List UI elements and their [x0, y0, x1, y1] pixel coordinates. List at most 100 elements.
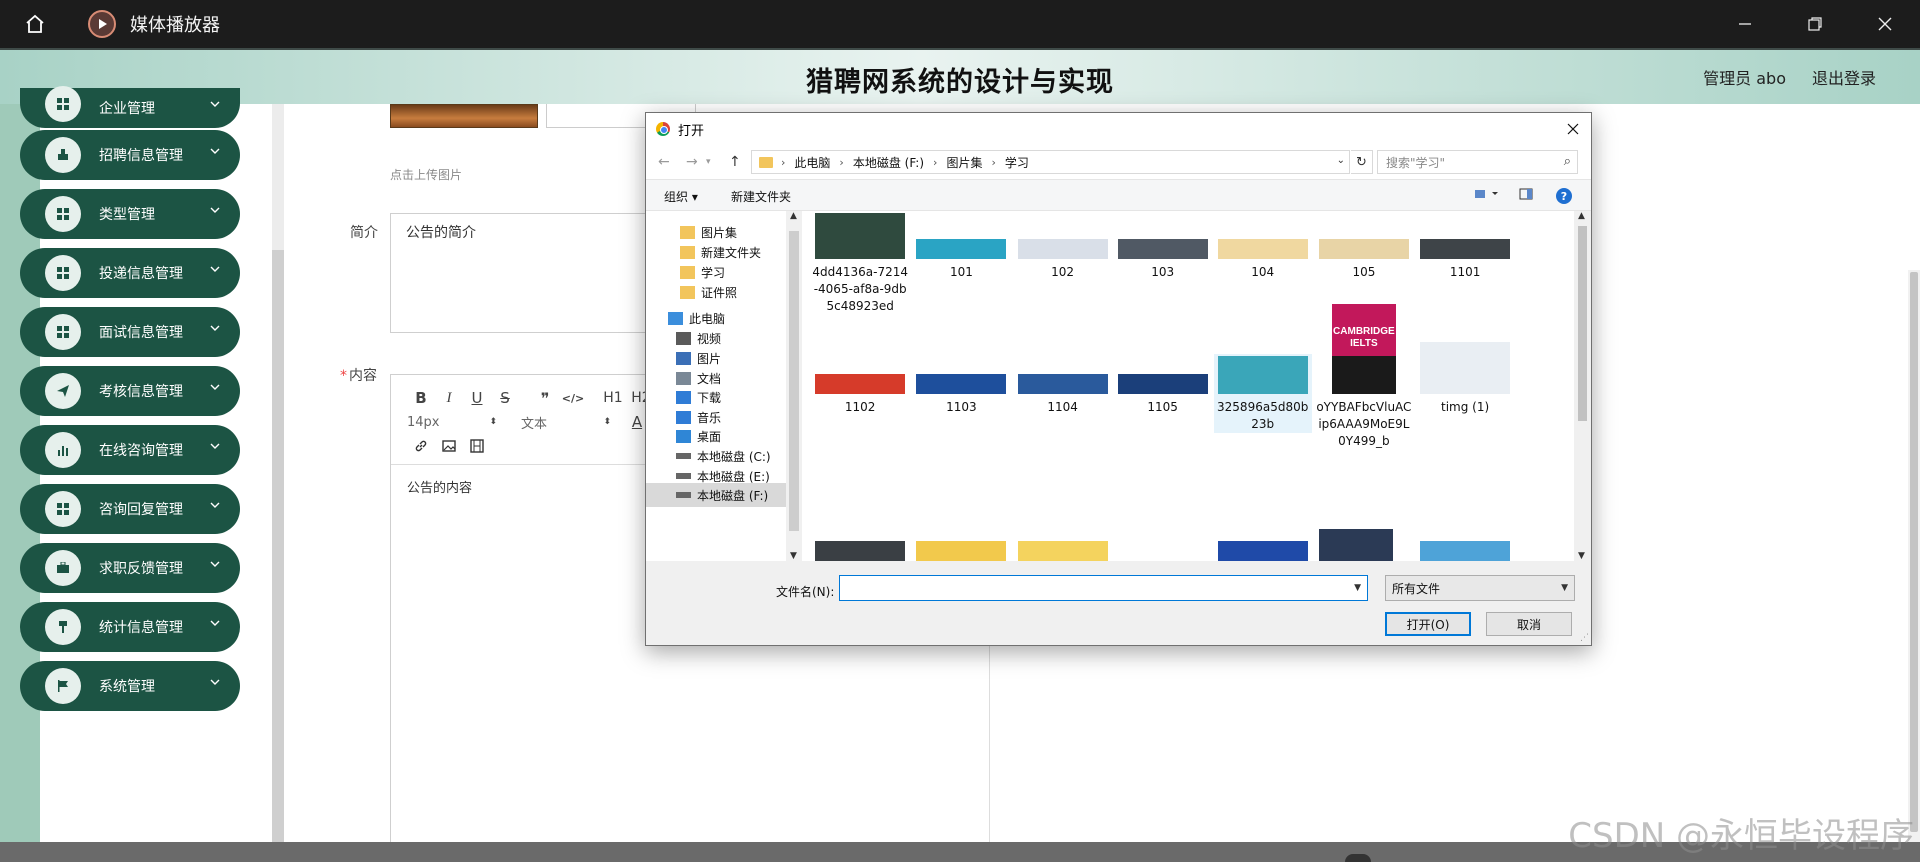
sidebar-item[interactable]: 求职反馈管理 [20, 543, 240, 593]
file-thumbnail[interactable] [815, 541, 906, 561]
recent-dropdown[interactable]: ▾ [706, 157, 711, 167]
chevron-up-icon[interactable]: ▲ [790, 211, 797, 221]
breadcrumb-item[interactable]: 此电脑 [794, 154, 830, 171]
code-button[interactable]: </> [559, 387, 587, 409]
file-thumbnail[interactable] [1217, 541, 1308, 561]
cancel-button[interactable]: 取消 [1486, 612, 1572, 636]
forward-button[interactable]: → [686, 154, 698, 170]
file-thumbnail[interactable] [1420, 541, 1511, 561]
nav-pane-scrollbar[interactable]: ▲ ▼ [786, 211, 802, 561]
quote-button[interactable]: ❞ [531, 387, 559, 409]
sidebar-scrollbar-thumb[interactable] [272, 250, 284, 842]
bold-button[interactable]: B [407, 387, 435, 409]
download-icon [676, 390, 691, 404]
file-thumbnail[interactable] [1017, 541, 1108, 561]
h1-button[interactable]: H1 [599, 387, 627, 409]
breadcrumb-item[interactable]: 图片集 [946, 154, 982, 171]
file-name: 1102 [844, 400, 876, 414]
nav-pane-scrollbar-thumb[interactable] [789, 231, 799, 531]
chevron-down-icon: ▼ [1561, 583, 1568, 593]
file-item[interactable]: 105 [1315, 237, 1413, 281]
nav-item-label: 学习 [701, 265, 726, 280]
logout-link[interactable]: 退出登录 [1812, 65, 1876, 89]
up-button[interactable]: ↑ [729, 154, 741, 170]
file-list-scrollbar-thumb[interactable] [1578, 226, 1587, 421]
file-name: 1105 [1147, 400, 1178, 414]
upload-hint: 点击上传图片 [390, 168, 463, 182]
sidebar-item[interactable]: 在线咨询管理 [20, 425, 240, 475]
sidebar-item-label: 系统管理 [99, 679, 155, 695]
breadcrumb-item[interactable]: 本地磁盘 (F:) [853, 154, 924, 171]
file-item[interactable]: timg (1) [1416, 340, 1514, 416]
file-item[interactable]: 1101 [1416, 237, 1514, 281]
file-item[interactable]: 1105 [1114, 372, 1212, 416]
organize-button[interactable]: 组织 ▾ [664, 188, 698, 205]
search-input[interactable]: 搜索"学习" ⌕ [1377, 150, 1578, 174]
home-button[interactable] [17, 0, 53, 48]
file-type-select[interactable]: 所有文件 ▼ [1385, 575, 1575, 601]
close-button[interactable] [1850, 0, 1920, 48]
file-thumbnail[interactable] [916, 541, 1007, 561]
image-button[interactable] [435, 435, 463, 457]
nav-item[interactable]: 本地磁盘 (F:) [646, 483, 786, 507]
sidebar-item[interactable]: 考核信息管理 [20, 366, 240, 416]
sidebar-item[interactable]: 企业管理 [20, 86, 240, 128]
nav-item-label: 本地磁盘 (E:) [697, 469, 770, 484]
file-list-scrollbar[interactable]: ▲ ▼ [1574, 211, 1591, 561]
chevron-down-icon[interactable]: ▼ [790, 551, 797, 561]
file-name: 105 [1352, 265, 1376, 279]
sidebar-item-label: 考核信息管理 [99, 384, 183, 400]
link-button[interactable] [407, 435, 435, 457]
minimize-button[interactable] [1710, 0, 1780, 48]
file-item[interactable]: 1104 [1014, 372, 1112, 416]
uploaded-image-thumbnail[interactable] [390, 104, 538, 128]
flag-icon [45, 668, 81, 704]
chevron-up-icon[interactable]: ▲ [1578, 211, 1585, 221]
sidebar-item[interactable]: 咨询回复管理 [20, 484, 240, 534]
chevron-down-icon[interactable]: ⌄ [1337, 155, 1345, 166]
file-thumbnail[interactable] [1117, 541, 1208, 561]
intro-textarea[interactable]: 公告的简介 [390, 213, 650, 333]
dialog-close-button[interactable] [1561, 117, 1585, 141]
file-item[interactable]: 4dd4136a-7214-4065-af8a-9db5c48923ed [811, 211, 909, 315]
preview-pane-button[interactable] [1519, 188, 1533, 203]
resize-grip-icon[interactable]: ⋰ [1580, 633, 1589, 643]
file-thumbnail[interactable] [1318, 529, 1393, 561]
chevron-down-icon[interactable]: ▼ [1578, 551, 1585, 561]
sidebar-item[interactable]: 类型管理 [20, 189, 240, 239]
sidebar-item[interactable]: 统计信息管理 [20, 602, 240, 652]
file-item[interactable]: 1103 [912, 372, 1010, 416]
file-item[interactable]: CAMBRIDGE IELTS oYYBAFbcVluACip6AAA9MoE9L… [1315, 302, 1413, 450]
file-item[interactable]: 101 [912, 237, 1010, 281]
file-name-input[interactable]: ▼ [839, 575, 1368, 601]
nav-item[interactable]: 证件照 [646, 280, 786, 304]
strike-button[interactable]: S [491, 387, 519, 409]
address-bar[interactable]: › 此电脑 › 本地磁盘 (F:) › 图片集 › 学习 ⌄ [751, 150, 1350, 174]
chevron-down-icon [210, 322, 220, 337]
sidebar-item[interactable]: 招聘信息管理 [20, 130, 240, 180]
file-item[interactable]: 102 [1014, 237, 1112, 281]
refresh-button[interactable]: ↻ [1351, 150, 1373, 174]
underline-button[interactable]: U [463, 387, 491, 409]
italic-button[interactable]: I [435, 387, 463, 409]
font-size-select[interactable]: 14px ⬍ [407, 411, 497, 433]
page-scrollbar-thumb[interactable] [1910, 272, 1918, 832]
file-item[interactable]: 104 [1214, 237, 1312, 281]
open-button[interactable]: 打开(O) [1385, 612, 1471, 636]
view-options-button[interactable] [1474, 188, 1502, 203]
site-header: 猎聘网系统的设计与实现 管理员 abo 退出登录 [0, 48, 1920, 104]
back-button[interactable]: ← [658, 154, 670, 170]
video-button[interactable] [463, 435, 491, 457]
block-type-select[interactable]: 文本 ⬍ [521, 411, 611, 433]
new-folder-button[interactable]: 新建文件夹 [731, 188, 791, 205]
sidebar-item[interactable]: 投递信息管理 [20, 248, 240, 298]
file-item[interactable]: 325896a5d80b23b [1213, 354, 1312, 433]
file-item[interactable]: 103 [1114, 237, 1212, 281]
sidebar-item[interactable]: 系统管理 [20, 661, 240, 711]
file-item[interactable]: 1102 [811, 372, 909, 416]
chevron-down-icon[interactable]: ▼ [1354, 583, 1361, 593]
breadcrumb-item[interactable]: 学习 [1005, 154, 1029, 171]
sidebar-item[interactable]: 面试信息管理 [20, 307, 240, 357]
restore-button[interactable] [1780, 0, 1850, 48]
help-icon[interactable]: ? [1556, 188, 1572, 204]
